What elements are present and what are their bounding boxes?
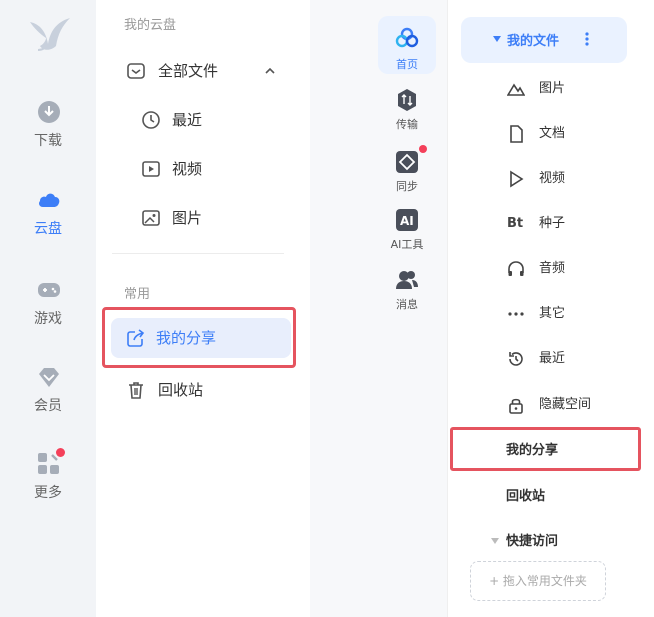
bt-icon: Bt (507, 216, 524, 231)
file-type-label: 最近 (539, 351, 566, 366)
notification-badge (419, 145, 427, 153)
image-icon (142, 210, 160, 226)
triangle-down-icon (493, 36, 501, 42)
tree-item-label: 全部文件 (158, 62, 219, 80)
folder-icon (127, 63, 145, 79)
left-app-rail: 下载 云盘 游戏 会员 更多 (0, 0, 96, 617)
file-type-audio[interactable]: 音频 (449, 254, 654, 284)
sync-icon (396, 151, 418, 173)
rail-label: 云盘 (34, 221, 62, 237)
tree-item-recycle-bin[interactable]: 回收站 (108, 370, 298, 410)
rail-item-download[interactable]: 下载 (0, 100, 96, 160)
rail-label: 消息 (396, 298, 418, 311)
file-type-pictures[interactable]: 图片 (449, 74, 654, 104)
nav-item-label: 快捷访问 (506, 534, 559, 549)
file-type-label: 隐藏空间 (539, 397, 592, 412)
rail-label: 下载 (34, 133, 62, 149)
rail-label: 传输 (396, 118, 418, 131)
tree-item-pictures[interactable]: 图片 (108, 198, 298, 238)
tree-item-label: 最近 (172, 111, 203, 129)
rail-label: 更多 (34, 485, 62, 501)
diamond-icon (39, 368, 59, 387)
play-icon (510, 170, 524, 188)
chevron-up-icon[interactable] (260, 61, 280, 81)
right-app-nav-panel: 我的文件 图片 文档 视频 Bt 种子 音频 其它 最近 隐藏空间 我的分享 回… (449, 0, 654, 617)
tree-item-video[interactable]: 视频 (108, 149, 298, 189)
add-favorite-folder-button[interactable]: + 拖入常用文件夹 (470, 561, 606, 601)
lock-icon (509, 398, 523, 414)
highlight-box-my-share-right (450, 427, 641, 471)
rail-item-more[interactable]: 更多 (0, 448, 96, 512)
triangle-down-icon (491, 538, 499, 544)
more-vertical-icon[interactable] (585, 30, 589, 48)
transfer-icon (398, 89, 416, 111)
nav-item-label: 回收站 (506, 489, 546, 504)
file-type-recent[interactable]: 最近 (449, 344, 654, 374)
document-icon (510, 125, 523, 143)
ellipsis-icon (508, 312, 524, 316)
file-type-label: 其它 (539, 306, 566, 321)
rail-label: 会员 (34, 398, 62, 414)
xunlei-logo-icon (30, 18, 70, 51)
svg-text:AI: AI (400, 214, 414, 228)
cloud-logo-icon (395, 27, 419, 48)
rail-label: AI工具 (390, 238, 424, 251)
file-type-documents[interactable]: 文档 (449, 119, 654, 149)
file-type-label: 视频 (539, 171, 566, 186)
file-type-label: 图片 (539, 81, 566, 96)
section-title-common: 常用 (124, 287, 151, 302)
file-type-hidden-space[interactable]: 隐藏空间 (449, 390, 654, 420)
rail-item-home[interactable]: 首页 (378, 16, 436, 74)
tree-item-recent[interactable]: 最近 (108, 100, 298, 140)
file-type-video[interactable]: 视频 (449, 164, 654, 194)
tree-item-all-files[interactable]: 全部文件 (108, 51, 298, 91)
nav-item-quick-access[interactable]: 快捷访问 (449, 527, 654, 557)
clock-icon (142, 111, 160, 129)
nav-item-recycle-bin[interactable]: 回收站 (449, 482, 654, 512)
ai-icon: AI (396, 209, 418, 231)
tree-item-label: 图片 (172, 209, 203, 227)
file-type-label: 种子 (539, 216, 566, 231)
file-type-label: 音频 (539, 261, 566, 276)
section-title-my-cloud: 我的云盘 (124, 18, 177, 33)
rail-label: 同步 (396, 180, 418, 193)
screenshot-root: 下载 云盘 游戏 会员 更多 我的云盘 全部文件 最近 视频 图片 常用 我的分… (0, 0, 654, 617)
right-app-rail: 首页 传输 同步 AI AI工具 消息 (358, 0, 448, 617)
rail-label: 首页 (396, 58, 418, 71)
history-icon (509, 352, 523, 366)
file-type-label: 文档 (539, 126, 566, 141)
message-icon (396, 271, 418, 289)
rail-label: 游戏 (34, 311, 62, 327)
file-type-other[interactable]: 其它 (449, 299, 654, 329)
highlight-box-my-share-left (102, 307, 296, 368)
section-divider (112, 253, 284, 254)
rail-item-games[interactable]: 游戏 (0, 278, 96, 338)
video-icon (142, 161, 160, 177)
trash-icon (129, 382, 143, 399)
download-icon (38, 101, 60, 123)
my-files-header[interactable]: 我的文件 (461, 17, 627, 63)
tree-item-label: 回收站 (158, 381, 204, 399)
headphones-icon (508, 261, 524, 276)
mountain-icon (507, 83, 525, 96)
rail-item-cloud[interactable]: 云盘 (0, 188, 96, 248)
my-files-label: 我的文件 (507, 34, 560, 49)
file-type-torrent[interactable]: Bt 种子 (449, 209, 654, 239)
cloud-icon (39, 193, 60, 207)
notification-badge (56, 448, 65, 457)
gamepad-icon (38, 283, 60, 297)
rail-item-vip[interactable]: 会员 (0, 365, 96, 425)
tree-item-label: 视频 (172, 160, 203, 178)
background-strip (310, 0, 358, 617)
